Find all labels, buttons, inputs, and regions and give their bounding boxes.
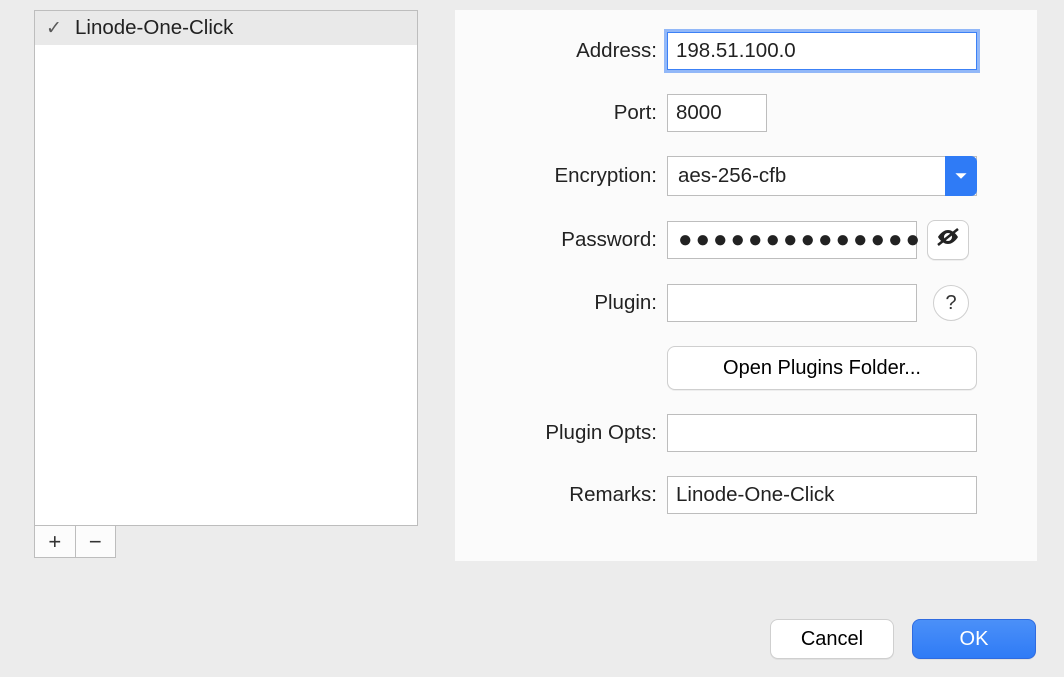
ok-button[interactable]: OK — [912, 619, 1036, 659]
encryption-label: Encryption: — [483, 164, 667, 188]
dialog-buttons: Cancel OK — [770, 619, 1036, 659]
password-label: Password: — [483, 228, 667, 252]
address-input[interactable] — [667, 32, 977, 70]
plugin-help-button[interactable]: ? — [933, 285, 969, 321]
server-row[interactable]: ✓ Linode-One-Click — [35, 11, 417, 45]
add-server-button[interactable]: + — [35, 526, 75, 557]
server-list-panel: ✓ Linode-One-Click + − — [34, 10, 418, 558]
plugin-input[interactable] — [667, 284, 917, 322]
port-label: Port: — [483, 101, 667, 125]
reveal-password-button[interactable] — [927, 220, 969, 260]
server-settings-panel: Address: Port: Encryption: aes-256-cfb P… — [455, 10, 1037, 561]
help-icon: ? — [945, 292, 956, 315]
check-icon: ✓ — [45, 17, 63, 40]
chevron-down-icon — [945, 156, 977, 196]
remarks-label: Remarks: — [483, 483, 667, 507]
server-list-footer: + − — [34, 526, 116, 558]
server-list[interactable]: ✓ Linode-One-Click — [34, 10, 418, 526]
cancel-button[interactable]: Cancel — [770, 619, 894, 659]
plugin-opts-input[interactable] — [667, 414, 977, 452]
password-input[interactable]: ●●●●●●●●●●●●●● — [667, 221, 917, 259]
open-plugins-folder-button[interactable]: Open Plugins Folder... — [667, 346, 977, 390]
remove-server-button[interactable]: − — [75, 526, 116, 557]
remarks-input[interactable] — [667, 476, 977, 514]
encryption-select[interactable]: aes-256-cfb — [667, 156, 977, 196]
eye-slash-icon — [935, 227, 961, 253]
plugin-label: Plugin: — [483, 291, 667, 315]
plugin-opts-label: Plugin Opts: — [483, 421, 667, 445]
port-input[interactable] — [667, 94, 767, 132]
encryption-value: aes-256-cfb — [678, 164, 786, 188]
server-row-label: Linode-One-Click — [75, 16, 233, 40]
address-label: Address: — [483, 39, 667, 63]
